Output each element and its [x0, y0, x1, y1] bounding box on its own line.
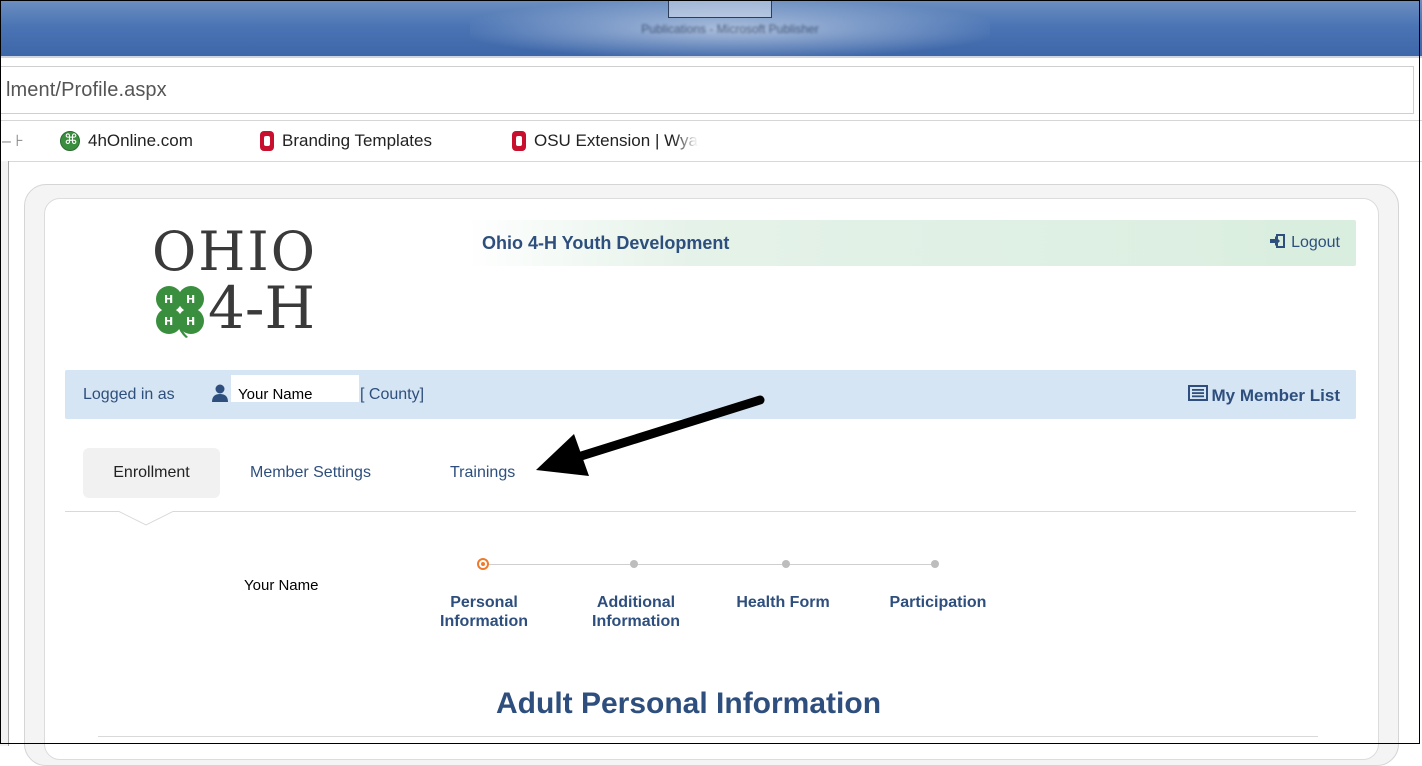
- favorite-osu-extension[interactable]: OSU Extension | Wya: [512, 128, 698, 154]
- user-icon: [211, 384, 229, 407]
- my-member-list-link[interactable]: My Member List: [1187, 385, 1340, 406]
- address-url[interactable]: lment/Profile.aspx: [6, 79, 167, 102]
- tab-strip: Enrollment Member Settings Trainings: [65, 446, 1356, 511]
- step-label-line1: Health Form: [736, 594, 830, 611]
- county-link[interactable]: [ County]: [360, 386, 424, 404]
- logged-in-label: Logged in as: [83, 386, 175, 403]
- logo-4h-text: 4-H: [208, 274, 316, 342]
- step-health-form[interactable]: Health Form: [718, 593, 848, 612]
- favorite-4honline[interactable]: 4hOnline.com: [60, 128, 193, 154]
- step-dot-additional-information[interactable]: [630, 560, 638, 568]
- logout-icon: [1269, 234, 1286, 252]
- tab-trainings[interactable]: Trainings: [450, 448, 515, 498]
- login-bar: Logged in as Your Name [ County] My Memb…: [65, 370, 1356, 419]
- favorite-branding-templates[interactable]: Branding Templates: [260, 128, 432, 154]
- favorite-label: 4hOnline.com: [88, 131, 193, 150]
- step-participation[interactable]: Participation: [873, 593, 1003, 612]
- window-title: Publications - Microsoft Publisher: [641, 22, 819, 36]
- favorites-overflow-fragment: – ⊦: [2, 133, 24, 150]
- step-dot-personal-information[interactable]: [477, 558, 489, 570]
- ohio-4h-logo[interactable]: OHIO HH HH 4-H: [152, 220, 352, 350]
- step-label-line1: Additional: [596, 594, 676, 611]
- window-left-edge: [0, 161, 9, 746]
- favorite-label: Branding Templates: [282, 131, 432, 150]
- favorites-bar: – ⊦ 4hOnline.com Branding Templates OSU …: [0, 121, 1422, 162]
- window-title-bar: Publications - Microsoft Publisher: [0, 0, 1422, 58]
- logout-button[interactable]: Logout: [1269, 234, 1340, 252]
- step-progress-line: [484, 564, 936, 565]
- address-field[interactable]: [0, 66, 1414, 114]
- step-label-line1: Personal: [450, 594, 518, 611]
- member-name: Your Name: [244, 577, 319, 594]
- page-heading: Adult Personal Information: [496, 687, 882, 720]
- tab-member-settings[interactable]: Member Settings: [250, 448, 371, 498]
- org-name: Ohio 4-H Youth Development: [482, 233, 730, 253]
- step-label-line2: Information: [592, 613, 680, 630]
- svg-text:H: H: [164, 315, 173, 328]
- step-dot-participation[interactable]: [931, 560, 939, 568]
- header-banner: Ohio 4-H Youth Development Logout: [466, 220, 1356, 266]
- tab-enrollment[interactable]: Enrollment: [83, 448, 220, 498]
- title-bar-notch: [668, 0, 772, 18]
- favorite-label: OSU Extension | Wya: [534, 131, 698, 150]
- address-bar: lment/Profile.aspx: [0, 58, 1422, 121]
- svg-text:H: H: [164, 293, 173, 306]
- active-tab-caret: [118, 511, 174, 526]
- member-list-label: My Member List: [1211, 385, 1340, 405]
- 4h-clover-favicon-icon: [60, 131, 80, 151]
- step-additional-information[interactable]: Additional Information: [583, 593, 689, 631]
- osu-block-o-icon: [260, 131, 274, 151]
- step-dot-health-form[interactable]: [782, 560, 790, 568]
- step-label-line2: Information: [440, 613, 528, 630]
- list-icon: [1187, 385, 1208, 406]
- svg-text:H: H: [186, 315, 195, 328]
- logout-label: Logout: [1291, 234, 1340, 251]
- tab-divider: [65, 511, 1356, 512]
- heading-divider: [98, 736, 1318, 737]
- osu-block-o-icon: [512, 131, 526, 151]
- step-personal-information[interactable]: Personal Information: [431, 593, 537, 631]
- step-label-line1: Participation: [889, 594, 987, 611]
- svg-text:H: H: [186, 293, 195, 306]
- clover-icon: HH HH: [156, 286, 204, 338]
- user-name: Your Name: [238, 386, 313, 403]
